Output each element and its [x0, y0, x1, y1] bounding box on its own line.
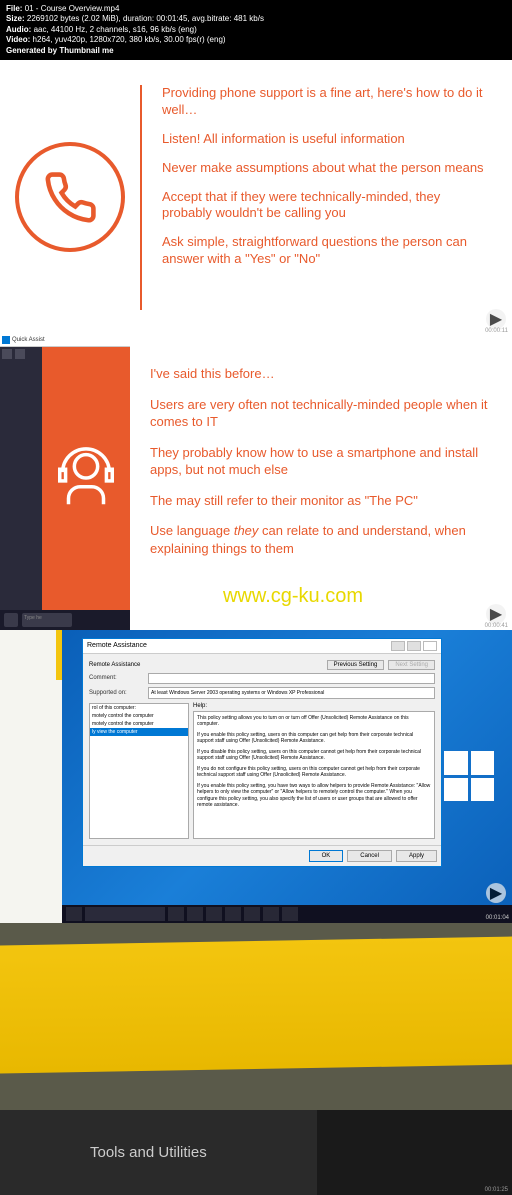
dark-footer-right: [317, 1110, 512, 1195]
tip-text: I've said this before…: [150, 365, 492, 383]
slide-user-language: Quick Assist Type he I've said this befo…: [0, 335, 512, 630]
quick-assist-icon: [2, 336, 10, 344]
tip-text: Use language they can relate to and unde…: [150, 522, 492, 557]
dialog-titlebar: Remote Assistance: [83, 639, 441, 654]
option-item[interactable]: motely control the computer: [90, 720, 188, 728]
help-paragraph: If you enable this policy setting, users…: [197, 732, 431, 745]
taskbar-icon[interactable]: [187, 907, 203, 921]
dialog-title-text: Remote Assistance: [87, 642, 147, 649]
slide-remote-assistance: Remote Assistance Remote Assistance Prev…: [0, 630, 512, 923]
help-paragraph: If you enable this policy setting, you h…: [197, 783, 431, 809]
comment-input[interactable]: [148, 673, 435, 684]
timestamp: 00:00:41: [485, 623, 508, 629]
start-button[interactable]: [66, 907, 82, 921]
next-setting-button[interactable]: Next Setting: [388, 660, 435, 670]
taskbar: [62, 905, 512, 923]
tip-text: The may still refer to their monitor as …: [150, 492, 492, 510]
option-item[interactable]: rol of this computer:: [90, 704, 188, 712]
dark-footer: Tools and Utilities: [0, 1110, 317, 1195]
app-sidebar: [0, 347, 42, 610]
slide-phone-tips: Providing phone support is a fine art, h…: [0, 60, 512, 335]
generated-by: Generated by Thumbnail me: [6, 46, 506, 56]
help-paragraph: If you disable this policy setting, user…: [197, 749, 431, 762]
tip-text: Ask simple, straightforward questions th…: [162, 234, 492, 268]
close-button[interactable]: [423, 641, 437, 651]
search-box[interactable]: [85, 907, 165, 921]
ok-button[interactable]: OK: [309, 850, 344, 862]
help-paragraph: This policy setting allows you to turn o…: [197, 715, 431, 728]
taskbar-icon[interactable]: [263, 907, 279, 921]
quick-assist-bar: Quick Assist: [0, 335, 130, 347]
cancel-button[interactable]: Cancel: [347, 850, 392, 862]
watermark: www.cg-ku.com: [223, 585, 363, 608]
taskbar-icon[interactable]: [168, 907, 184, 921]
tip-text: Accept that if they were technically-min…: [162, 189, 492, 223]
file-value: 01 - Course Overview.mp4: [25, 4, 120, 13]
minimize-button[interactable]: [391, 641, 405, 651]
metadata-header: File: 01 - Course Overview.mp4 Size: 226…: [0, 0, 512, 60]
size-label: Size:: [6, 14, 25, 23]
file-label: File:: [6, 4, 22, 13]
policy-dialog: Remote Assistance Remote Assistance Prev…: [82, 638, 442, 867]
slide-title: Tools and Utilities: [90, 1144, 207, 1161]
play-icon: ▶: [486, 309, 506, 329]
person-headset-icon: [51, 443, 121, 513]
quick-assist-label: Quick Assist: [12, 337, 45, 343]
tip-text: Users are very often not technically-min…: [150, 396, 492, 431]
video-value: h264, yuv420p, 1280x720, 380 kb/s, 30.00…: [33, 35, 226, 44]
search-box[interactable]: Type he: [22, 613, 72, 627]
phone-icon: [15, 142, 125, 252]
option-item[interactable]: motely control the computer: [90, 712, 188, 720]
slide-bg-left: [0, 630, 62, 923]
tip-text: Never make assumptions about what the pe…: [162, 160, 492, 177]
comment-label: Comment:: [89, 675, 144, 681]
windows-logo-icon: [444, 751, 494, 801]
timestamp: 00:00:11: [485, 328, 508, 334]
audio-value: aac, 44100 Hz, 2 channels, s16, 96 kb/s …: [34, 25, 197, 34]
timestamp: 00:01:25: [485, 1187, 508, 1193]
yellow-banner: [0, 936, 512, 1073]
supported-value: At least Windows Server 2003 operating s…: [148, 687, 435, 699]
apply-button[interactable]: Apply: [396, 850, 437, 862]
taskbar: Type he: [0, 610, 130, 630]
taskbar-icon[interactable]: [244, 907, 260, 921]
timestamp: 00:01:04: [486, 915, 509, 921]
video-label: Video:: [6, 35, 30, 44]
tool-icon[interactable]: [2, 349, 12, 359]
taskbar-icon[interactable]: [206, 907, 222, 921]
start-button[interactable]: [4, 613, 18, 627]
previous-setting-button[interactable]: Previous Setting: [327, 660, 385, 670]
tool-icon[interactable]: [15, 349, 25, 359]
taskbar-icon[interactable]: [225, 907, 241, 921]
tip-text: Providing phone support is a fine art, h…: [162, 85, 492, 119]
setting-name: Remote Assistance: [89, 662, 140, 668]
tip-text: Listen! All information is useful inform…: [162, 131, 492, 148]
option-item-selected[interactable]: ly view the computer: [90, 728, 188, 736]
audio-label: Audio:: [6, 25, 31, 34]
play-icon: ▶: [486, 883, 506, 903]
help-label: Help:: [193, 703, 435, 709]
options-pane: rol of this computer: motely control the…: [89, 703, 189, 839]
size-value: 2269102 bytes (2.02 MiB), duration: 00:0…: [27, 14, 264, 23]
slide-tools-utilities: Tools and Utilities 00:01:25: [0, 923, 512, 1195]
taskbar-icon[interactable]: [282, 907, 298, 921]
play-icon: ▶: [486, 604, 506, 624]
help-text-box: This policy setting allows you to turn o…: [193, 711, 435, 839]
maximize-button[interactable]: [407, 641, 421, 651]
help-paragraph: If you do not configure this policy sett…: [197, 766, 431, 779]
supported-label: Supported on:: [89, 690, 144, 696]
tip-text: They probably know how to use a smartpho…: [150, 444, 492, 479]
